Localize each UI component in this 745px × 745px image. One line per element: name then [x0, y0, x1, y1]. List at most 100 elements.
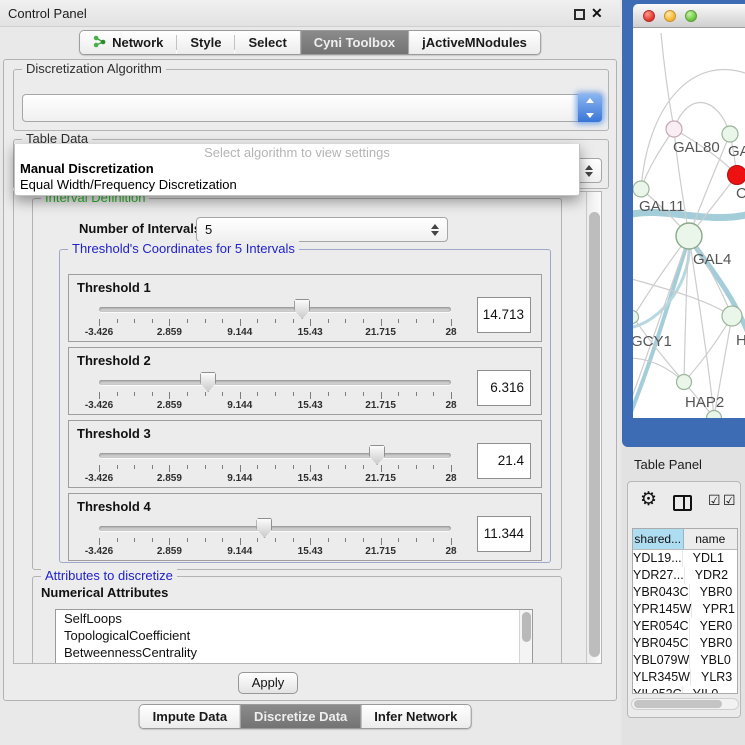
- attribute-list-item[interactable]: TopologicalCoefficient: [56, 627, 532, 644]
- tab-discretize-data[interactable]: Discretize Data: [240, 705, 360, 728]
- attribute-list-item[interactable]: BetweennessCentrality: [56, 644, 532, 661]
- table-row[interactable]: YPR145WYPR1: [633, 601, 737, 618]
- cell-shared-name[interactable]: YDL19...: [633, 550, 683, 567]
- slider-tick: [169, 538, 170, 545]
- cell-name[interactable]: YDL1: [683, 550, 737, 567]
- tab-impute-data[interactable]: Impute Data: [140, 705, 240, 728]
- slider-handle[interactable]: [200, 372, 216, 392]
- slider-track[interactable]: [99, 307, 451, 312]
- node-hap2[interactable]: [677, 375, 692, 390]
- column-split-icon[interactable]: [673, 495, 692, 511]
- slider-tick-label: 28: [445, 400, 456, 411]
- slider-tick: [345, 392, 346, 396]
- numerical-attributes-list[interactable]: SelfLoopsTopologicalCoefficientBetweenne…: [55, 609, 533, 663]
- tab-style[interactable]: Style: [177, 31, 234, 54]
- combo-stepper-icon[interactable]: [578, 94, 602, 122]
- apply-button[interactable]: Apply: [238, 672, 298, 694]
- slider-tick: [345, 538, 346, 542]
- table-row[interactable]: YER054CYER0: [633, 618, 737, 635]
- cell-shared-name[interactable]: YBL079W: [633, 652, 690, 669]
- threshold-2-slider[interactable]: -3.4262.8599.14415.4321.71528: [99, 372, 451, 410]
- attributes-list-scrollbar[interactable]: [519, 610, 532, 663]
- node-gcy1[interactable]: [633, 311, 639, 324]
- number-of-intervals-combobox[interactable]: 5: [196, 217, 448, 242]
- slider-track[interactable]: [99, 380, 451, 385]
- slider-tick: [363, 319, 364, 323]
- node-label-ga-partial: GA: [728, 143, 745, 160]
- cell-shared-name[interactable]: YBR043C: [633, 584, 690, 601]
- close-icon[interactable]: ✕: [591, 5, 603, 22]
- table-panel-section: Table Panel ⚙ ☑ ☑ shared... name YDL19..…: [622, 447, 745, 745]
- tab-network[interactable]: Network: [80, 31, 176, 54]
- table-row[interactable]: YIL052CYIL0: [633, 686, 737, 694]
- close-traffic-light-icon[interactable]: [643, 10, 655, 22]
- float-window-icon[interactable]: [574, 9, 585, 20]
- cell-name[interactable]: YBR0: [690, 635, 737, 652]
- algorithm-option-manual[interactable]: Manual Discretization: [15, 161, 579, 177]
- tab-cyni-toolbox[interactable]: Cyni Toolbox: [300, 31, 408, 54]
- threshold-1-value-field[interactable]: 14.713: [477, 297, 531, 333]
- table-row[interactable]: YDL19...YDL1: [633, 550, 737, 567]
- tab-select[interactable]: Select: [235, 31, 299, 54]
- slider-handle[interactable]: [256, 518, 272, 538]
- cell-shared-name[interactable]: YIL052C: [633, 686, 683, 694]
- node-selected-red[interactable]: [728, 166, 745, 185]
- table-row[interactable]: YDR27...YDR2: [633, 567, 737, 584]
- cell-shared-name[interactable]: YBR045C: [633, 635, 690, 652]
- cell-shared-name[interactable]: YPR145W: [633, 601, 692, 618]
- slider-handle[interactable]: [294, 299, 310, 319]
- algorithm-combobox[interactable]: [22, 94, 602, 122]
- algorithm-placeholder-option[interactable]: Select algorithm to view settings: [15, 144, 579, 161]
- slider-track[interactable]: [99, 453, 451, 458]
- tab-infer-network[interactable]: Infer Network: [360, 705, 470, 728]
- cell-name[interactable]: YER0: [690, 618, 737, 635]
- tab-jactivemnodules[interactable]: jActiveMNodules: [408, 31, 540, 54]
- settings-scrollbar[interactable]: [586, 192, 601, 663]
- table-row[interactable]: YBL079WYBL0: [633, 652, 737, 669]
- threshold-3-value-field[interactable]: 21.4: [477, 443, 531, 479]
- slider-tick: [398, 392, 399, 396]
- threshold-3-slider[interactable]: -3.4262.8599.14415.4321.71528: [99, 445, 451, 483]
- table-row[interactable]: YBR043CYBR0: [633, 584, 737, 601]
- table-horizontal-scrollbar[interactable]: [631, 698, 739, 710]
- zoom-traffic-light-icon[interactable]: [685, 10, 697, 22]
- cell-name[interactable]: YBL0: [690, 652, 737, 669]
- checked-box-icon[interactable]: ☑: [708, 493, 721, 507]
- cell-name[interactable]: YPR1: [692, 601, 737, 618]
- node-green-top[interactable]: [722, 126, 738, 142]
- checked-box-icon[interactable]: ☑: [723, 493, 736, 507]
- attributes-list-items: SelfLoopsTopologicalCoefficientBetweenne…: [56, 610, 532, 661]
- threshold-1-slider[interactable]: -3.4262.8599.14415.4321.71528: [99, 299, 451, 337]
- network-canvas[interactable]: GAL80 GA C GAL11 GAL4 GCY1 H HAP2: [633, 28, 745, 418]
- node-green-right[interactable]: [722, 306, 742, 326]
- table-row[interactable]: YBR045CYBR0: [633, 635, 737, 652]
- tab-network-label: Network: [112, 35, 163, 50]
- table-row[interactable]: YLR345WYLR3: [633, 669, 737, 686]
- minimize-traffic-light-icon[interactable]: [664, 10, 676, 22]
- column-header-name[interactable]: name: [684, 529, 738, 549]
- slider-handle[interactable]: [369, 445, 385, 465]
- node-gal11[interactable]: [633, 181, 649, 197]
- threshold-4-slider[interactable]: -3.4262.8599.14415.4321.71528: [99, 518, 451, 556]
- node-gal80[interactable]: [666, 121, 682, 137]
- cell-shared-name[interactable]: YLR345W: [633, 669, 691, 686]
- gear-icon[interactable]: ⚙: [640, 490, 657, 510]
- slider-tick-label: 21.715: [365, 400, 396, 411]
- cell-shared-name[interactable]: YDR27...: [633, 567, 685, 584]
- cell-name[interactable]: YBR0: [690, 584, 737, 601]
- cell-shared-name[interactable]: YER054C: [633, 618, 690, 635]
- algorithm-option-equal-width[interactable]: Equal Width/Frequency Discretization: [15, 177, 579, 193]
- cell-name[interactable]: YDR2: [685, 567, 737, 584]
- interval-definition-group: Interval Definition Number of Intervals …: [32, 198, 562, 570]
- cell-name[interactable]: YLR3: [691, 669, 737, 686]
- slider-tick: [257, 538, 258, 542]
- threshold-4-value-field[interactable]: 11.344: [477, 516, 531, 552]
- attribute-list-item[interactable]: SelfLoops: [56, 610, 532, 627]
- slider-track[interactable]: [99, 526, 451, 531]
- slider-ruler: -3.4262.8599.14415.4321.71528: [99, 392, 451, 410]
- threshold-2-value-field[interactable]: 6.316: [477, 370, 531, 406]
- column-header-shared-name[interactable]: shared...: [633, 529, 684, 549]
- node-gal4[interactable]: [676, 223, 702, 249]
- cell-name[interactable]: YIL0: [683, 686, 737, 694]
- node-attribute-table[interactable]: shared... name YDL19...YDL1YDR27...YDR2Y…: [632, 528, 738, 694]
